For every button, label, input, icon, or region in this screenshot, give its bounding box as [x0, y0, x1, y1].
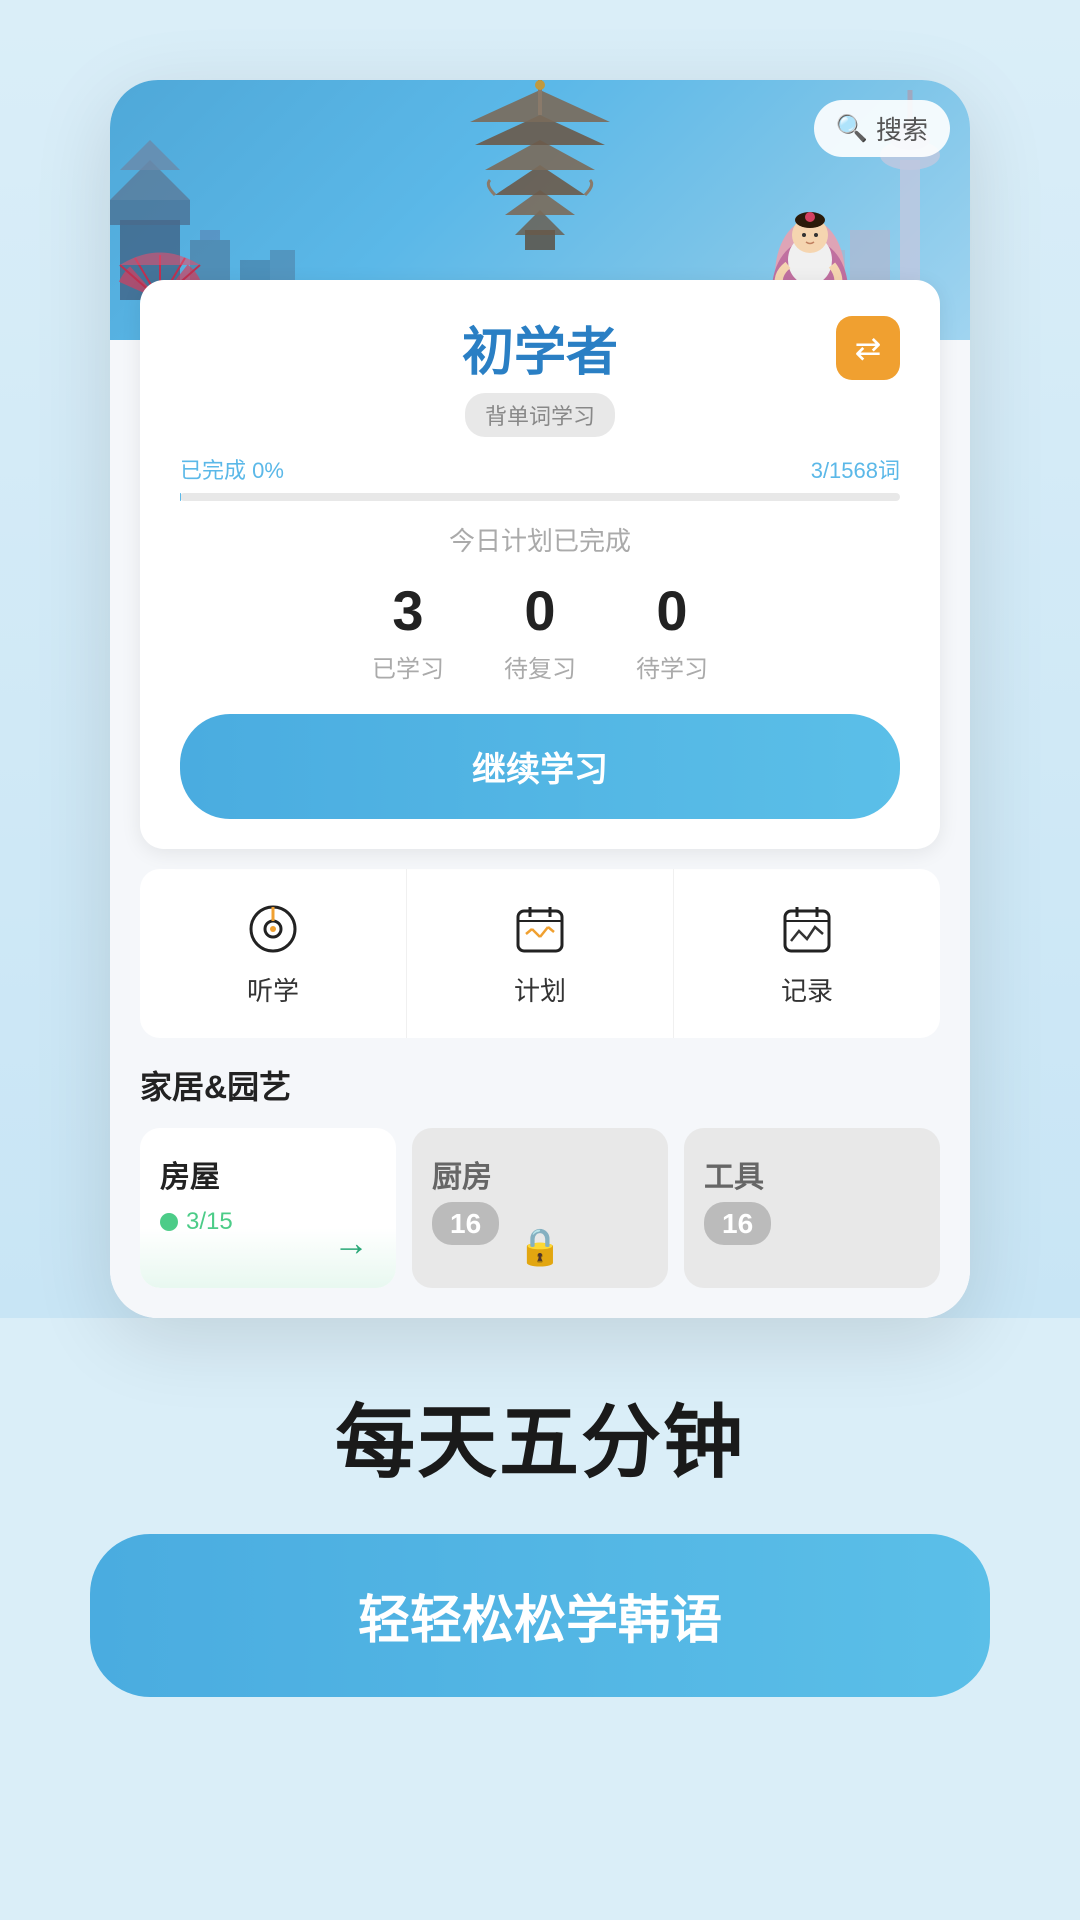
phone-card: 🔍 搜索 初学者 ⇄ 背单词学习 已完成 0% 3/1568词	[110, 80, 970, 1318]
record-label: 记录	[781, 971, 833, 1008]
plan-label: 计划	[514, 971, 566, 1008]
swap-button[interactable]: ⇄	[836, 316, 900, 380]
stat-learned: 3 已学习	[372, 578, 444, 684]
pagoda-illustration	[440, 80, 640, 260]
tools-count-badge: 16	[704, 1208, 920, 1240]
stat-learned-label: 已学习	[372, 649, 444, 684]
bottom-section: 每天五分钟 轻轻松松学韩语	[0, 1318, 1080, 1737]
stat-pending: 0 待学习	[636, 578, 708, 684]
search-button[interactable]: 🔍 搜索	[814, 100, 950, 157]
kitchen-card-title: 厨房	[432, 1152, 648, 1196]
house-arrow-button[interactable]: →	[326, 1218, 376, 1268]
study-title: 初学者	[462, 310, 618, 385]
nav-plan[interactable]: 计划	[407, 869, 674, 1038]
stat-review-number: 0	[524, 578, 555, 643]
category-title: 家居&园艺	[140, 1062, 940, 1108]
kitchen-count: 16	[432, 1202, 499, 1245]
house-card-title: 房屋	[160, 1152, 376, 1196]
category-section: 家居&园艺 房屋 3/15 → 厨房	[140, 1062, 940, 1288]
kitchen-lock-icon: 🔒	[518, 1226, 563, 1268]
continue-button[interactable]: 继续学习	[180, 714, 900, 819]
progress-bar-track	[180, 493, 900, 501]
plan-icon	[510, 899, 570, 959]
category-card-kitchen[interactable]: 厨房 16 🔒	[412, 1128, 668, 1288]
progress-bar-fill	[180, 493, 181, 501]
stat-review: 0 待复习	[504, 578, 576, 684]
cta-button[interactable]: 轻轻松松学韩语	[90, 1534, 990, 1697]
listen-label: 听学	[247, 971, 299, 1008]
stats-row: 3 已学习 0 待复习 0 待学习	[180, 578, 900, 684]
tools-count: 16	[704, 1202, 771, 1245]
category-card-house[interactable]: 房屋 3/15 →	[140, 1128, 396, 1288]
progress-count: 3/1568词	[811, 453, 900, 485]
study-card-header: 初学者 ⇄	[180, 310, 900, 385]
swap-icon: ⇄	[855, 329, 882, 367]
record-icon	[777, 899, 837, 959]
category-card-tools[interactable]: 工具 16	[684, 1128, 940, 1288]
nav-record[interactable]: 记录	[674, 869, 940, 1038]
search-icon: 🔍	[836, 113, 868, 144]
progress-label: 已完成 0%	[180, 453, 284, 485]
top-section: 🔍 搜索 初学者 ⇄ 背单词学习 已完成 0% 3/1568词	[0, 0, 1080, 1318]
stat-pending-number: 0	[656, 578, 687, 643]
subtitle-badge: 背单词学习	[465, 393, 615, 437]
nav-icons: 听学 计划	[140, 869, 940, 1038]
stat-pending-label: 待学习	[636, 649, 708, 684]
today-plan-label: 今日计划已完成	[180, 521, 900, 558]
study-card: 初学者 ⇄ 背单词学习 已完成 0% 3/1568词 今日计划已完成	[140, 280, 940, 849]
stat-review-label: 待复习	[504, 649, 576, 684]
tools-card-title: 工具	[704, 1152, 920, 1196]
headline-text: 每天五分钟	[335, 1378, 745, 1494]
subtitle-badge-area: 背单词学习	[180, 393, 900, 437]
search-label: 搜索	[876, 110, 928, 147]
listen-icon	[243, 899, 303, 959]
progress-area: 已完成 0% 3/1568词	[180, 453, 900, 485]
nav-listen[interactable]: 听学	[140, 869, 407, 1038]
category-cards: 房屋 3/15 → 厨房 16 🔒	[140, 1128, 940, 1288]
content-area: 初学者 ⇄ 背单词学习 已完成 0% 3/1568词 今日计划已完成	[110, 280, 970, 1318]
stat-learned-number: 3	[392, 578, 423, 643]
